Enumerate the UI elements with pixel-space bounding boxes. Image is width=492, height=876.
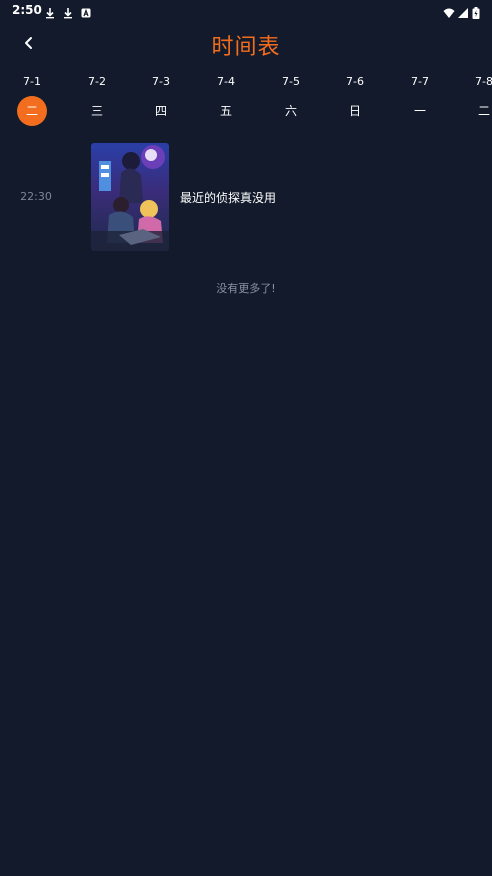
signal-icon: [457, 4, 469, 18]
date-label: 7-2: [88, 75, 106, 88]
status-time: 2:50: [12, 3, 42, 17]
app-notification-icon: [80, 4, 92, 18]
date-label: 7-8: [475, 75, 492, 88]
date-label: 7-7: [411, 75, 429, 88]
date-tab-strip[interactable]: 7-1 二 7-2 三 7-3 四 7-4 五 7-5 六 7-6 日 7-7 …: [0, 72, 492, 128]
weekday-label: 二: [477, 104, 490, 118]
battery-charging-icon: [472, 4, 480, 19]
date-label: 7-4: [217, 75, 235, 88]
date-label: 7-3: [152, 75, 170, 88]
air-time: 22:30: [20, 190, 52, 203]
date-tab-7-3[interactable]: 7-3 四: [139, 72, 183, 128]
anime-poster[interactable]: [91, 143, 169, 251]
date-tab-7-7[interactable]: 7-7 一: [398, 72, 442, 128]
date-tab-7-8[interactable]: 7-8 二: [462, 72, 492, 128]
date-tab-7-1[interactable]: 7-1 二: [10, 72, 54, 128]
no-more-text: 没有更多了!: [216, 282, 276, 295]
date-label: 7-5: [282, 75, 300, 88]
wifi-icon: [443, 4, 455, 18]
weekday-label: 二: [17, 96, 47, 126]
download-icon: [62, 4, 74, 19]
date-tab-7-5[interactable]: 7-5 六: [269, 72, 313, 128]
weekday-label: 日: [348, 104, 361, 118]
weekday-label: 五: [219, 104, 232, 118]
schedule-item[interactable]: 22:30 最近的侦探真没用: [0, 143, 492, 251]
date-label: 7-1: [23, 75, 41, 88]
date-tab-7-6[interactable]: 7-6 日: [333, 72, 377, 128]
date-tab-7-4[interactable]: 7-4 五: [204, 72, 248, 128]
status-bar: 2:50: [0, 0, 492, 22]
weekday-label: 三: [90, 104, 103, 118]
weekday-label: 四: [154, 104, 167, 118]
page-title: 时间表: [211, 35, 281, 60]
anime-title[interactable]: 最近的侦探真没用: [180, 189, 276, 206]
date-label: 7-6: [346, 75, 364, 88]
weekday-label: 六: [284, 104, 297, 118]
date-tab-7-2[interactable]: 7-2 三: [75, 72, 119, 128]
weekday-label: 一: [413, 104, 426, 118]
download-icon: [44, 4, 56, 19]
